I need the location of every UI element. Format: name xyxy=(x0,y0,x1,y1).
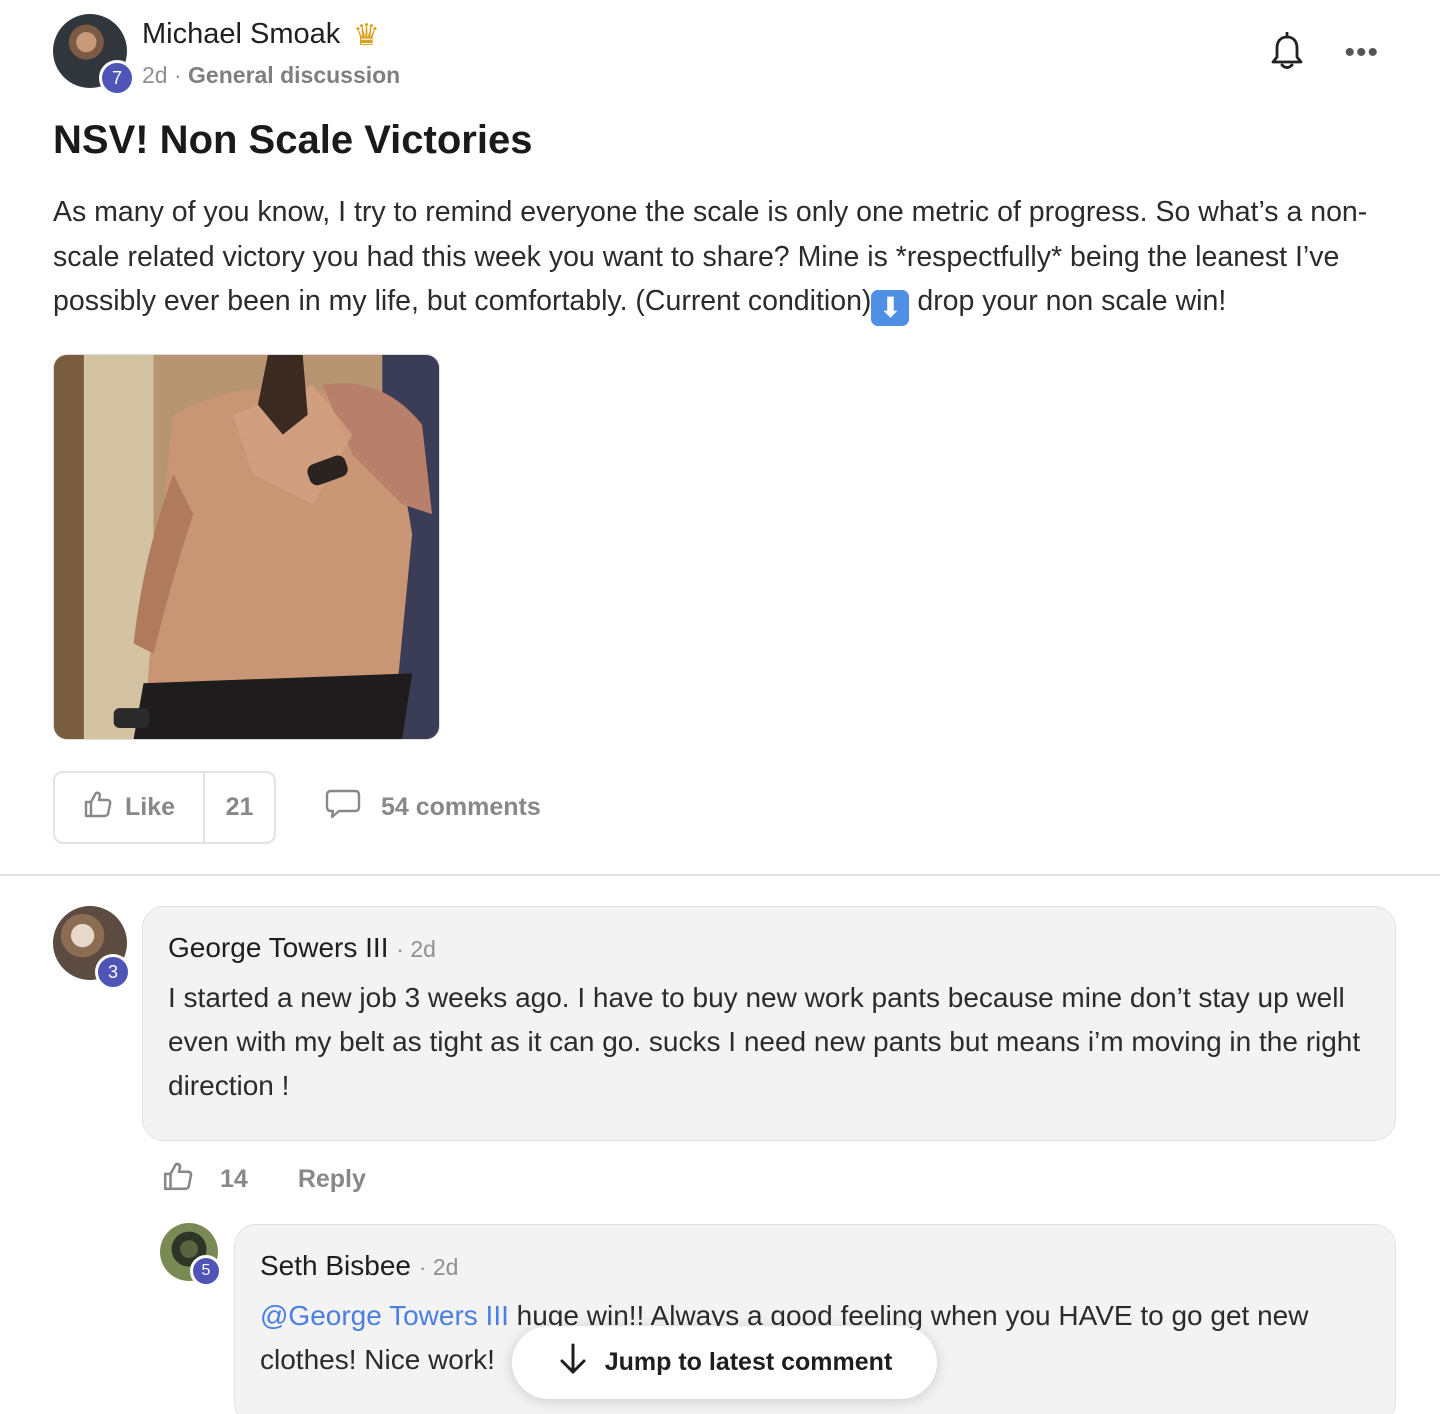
bell-icon[interactable] xyxy=(1269,31,1305,72)
author-name[interactable]: Michael Smoak xyxy=(142,18,340,51)
comment-text: I started a new job 3 weeks ago. I have … xyxy=(168,982,1361,1101)
section-divider xyxy=(0,874,1440,876)
comment-time-prefix: · xyxy=(396,936,411,962)
down-arrow-emoji-icon: ⬇ xyxy=(871,290,910,326)
post-body-text-end: drop your non scale win! xyxy=(909,285,1227,317)
comment-author[interactable]: George Towers III xyxy=(168,932,388,963)
post-meta: 2d · General discussion xyxy=(142,62,400,89)
comment-header: George Towers III · 2d xyxy=(168,932,436,964)
comment-time: 2d xyxy=(410,936,436,962)
like-button[interactable]: Like xyxy=(55,773,205,842)
crown-icon: ♛ xyxy=(353,19,380,52)
post-body: As many of you know, I try to remind eve… xyxy=(53,190,1398,326)
post-category[interactable]: General discussion xyxy=(188,62,400,88)
post-image[interactable] xyxy=(53,354,440,740)
reply-time-prefix: · xyxy=(418,1254,433,1280)
comment-level-badge: 3 xyxy=(95,954,131,990)
comment-bubble: George Towers III · 2d I started a new j… xyxy=(142,906,1396,1141)
meta-separator: · xyxy=(173,62,182,88)
reply-avatar[interactable]: 5 xyxy=(160,1223,222,1287)
comment-avatar[interactable]: 3 xyxy=(53,906,131,990)
jump-label: Jump to latest comment xyxy=(604,1348,893,1376)
post-photo xyxy=(54,355,439,739)
comment-bubble-icon xyxy=(325,788,361,827)
post-title: NSV! Non Scale Victories xyxy=(53,118,533,162)
comment-actions: 14 Reply xyxy=(162,1160,366,1199)
like-box: Like 21 xyxy=(53,771,276,844)
jump-to-latest-button[interactable]: Jump to latest comment xyxy=(512,1326,937,1399)
author-level-badge: 7 xyxy=(99,60,135,96)
thumbs-up-icon xyxy=(163,1162,193,1191)
post-header: 7 Michael Smoak ♛ 2d · General discussio… xyxy=(53,14,1393,96)
reply-button[interactable]: Reply xyxy=(298,1165,366,1194)
reply-time: 2d xyxy=(432,1254,459,1280)
comments-link[interactable]: 54 comments xyxy=(325,788,541,827)
like-label: Like xyxy=(124,793,176,821)
like-count[interactable]: 21 xyxy=(205,773,274,842)
mention-link[interactable]: @George Towers III xyxy=(260,1300,509,1331)
arrow-down-icon xyxy=(557,1342,589,1383)
author-avatar[interactable]: 7 xyxy=(53,14,135,96)
comment-like-button[interactable] xyxy=(162,1160,194,1199)
comment-like-count: 14 xyxy=(220,1165,248,1193)
thumbs-up-icon xyxy=(83,789,113,826)
comments-count-label: 54 comments xyxy=(381,793,541,821)
reply-header: Seth Bisbee · 2d xyxy=(260,1250,458,1282)
reply-author[interactable]: Seth Bisbee xyxy=(260,1250,411,1281)
more-icon[interactable]: ••• xyxy=(1344,38,1379,68)
reply-level-badge: 5 xyxy=(190,1255,222,1287)
post-age: 2d xyxy=(142,62,168,88)
